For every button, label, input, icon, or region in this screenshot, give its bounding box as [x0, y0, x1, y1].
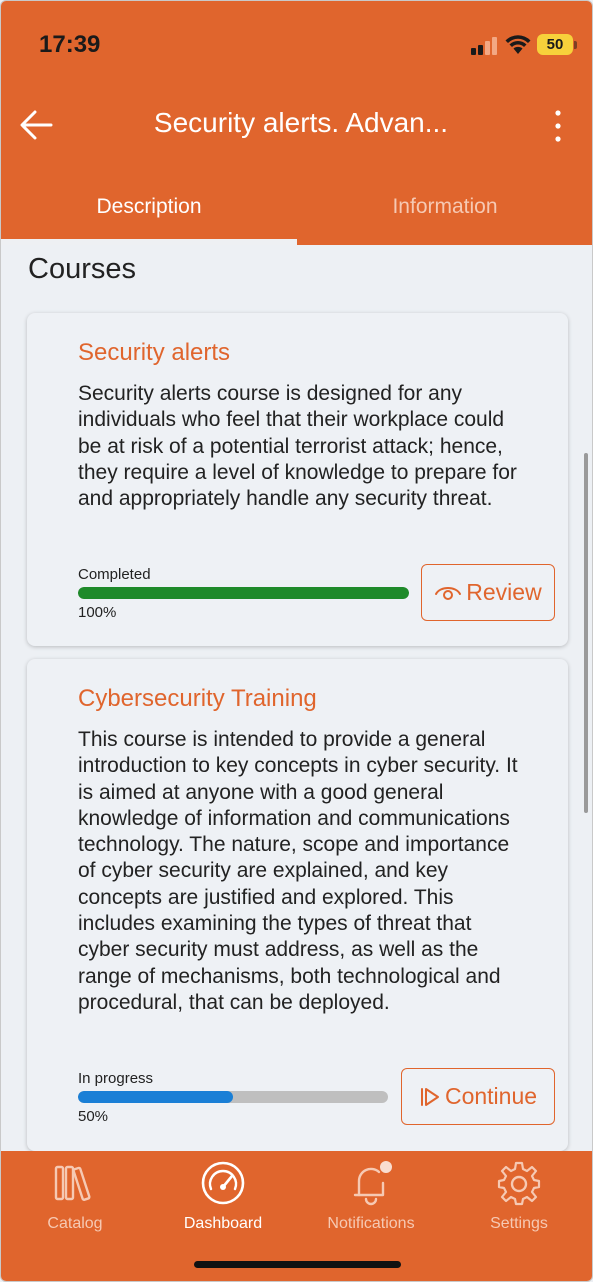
header: 17:39 50 Security alerts. Advan... Descr… [1, 1, 592, 245]
course-card: Security alerts Security alerts course i… [27, 313, 568, 646]
nav-item-settings[interactable]: Settings [445, 1159, 592, 1235]
nav-item-catalog[interactable]: Catalog [1, 1159, 149, 1235]
speedometer-icon [201, 1161, 245, 1205]
nav-item-notifications[interactable]: Notifications [297, 1159, 445, 1235]
signal-icon [471, 35, 501, 55]
nav-label: Notifications [327, 1215, 415, 1232]
battery-nub [574, 41, 577, 49]
progress-fill [78, 1091, 233, 1103]
wifi-icon [505, 35, 531, 54]
course-description: This course is intended to provide a gen… [78, 728, 518, 1014]
nav-label: Settings [490, 1215, 548, 1232]
progress-status: Completed [78, 566, 151, 583]
play-outline-icon [420, 1087, 439, 1106]
progress-bar [78, 587, 409, 599]
progress-percent: 50% [78, 1108, 109, 1125]
battery-icon: 50 [537, 34, 573, 55]
progress-status: In progress [78, 1070, 154, 1087]
progress-percent: 100% [78, 604, 117, 621]
notification-badge [380, 1161, 392, 1173]
scrollbar[interactable] [584, 453, 588, 813]
review-button[interactable]: Review [421, 564, 555, 621]
continue-button-label: Continue [444, 1083, 538, 1109]
tab-description[interactable]: Description [1, 181, 297, 245]
progress-fill [78, 587, 409, 599]
app-screen: 17:39 50 Security alerts. Advan... Descr… [0, 0, 593, 1282]
section-title: Courses [28, 253, 136, 285]
status-time: 17:39 [39, 31, 101, 58]
course-card: Cybersecurity Training This course is in… [27, 659, 568, 1151]
active-tab-indicator [1, 239, 297, 245]
tab-bar: Description Information [1, 181, 592, 245]
continue-button[interactable]: Continue [401, 1068, 555, 1125]
app-bar: Security alerts. Advan... [1, 89, 592, 161]
course-title[interactable]: Security alerts [78, 339, 230, 367]
nav-label: Dashboard [183, 1215, 263, 1232]
page-title: Security alerts. Advan... [153, 107, 449, 138]
home-indicator [194, 1261, 401, 1268]
course-title[interactable]: Cybersecurity Training [78, 685, 317, 713]
review-button-label: Review [466, 579, 542, 605]
status-bar: 17:39 50 [1, 1, 592, 81]
back-arrow-icon[interactable] [15, 105, 59, 145]
progress-bar [78, 1091, 388, 1103]
nav-label: Catalog [47, 1215, 103, 1232]
course-description: Security alerts course is designed for a… [78, 382, 517, 511]
eye-icon [435, 586, 462, 600]
bell-icon [353, 1161, 392, 1206]
books-icon [54, 1165, 91, 1201]
tab-information[interactable]: Information [297, 181, 592, 245]
gear-icon [497, 1161, 541, 1206]
nav-item-dashboard[interactable]: Dashboard [149, 1159, 297, 1235]
more-vertical-icon[interactable] [541, 105, 575, 145]
